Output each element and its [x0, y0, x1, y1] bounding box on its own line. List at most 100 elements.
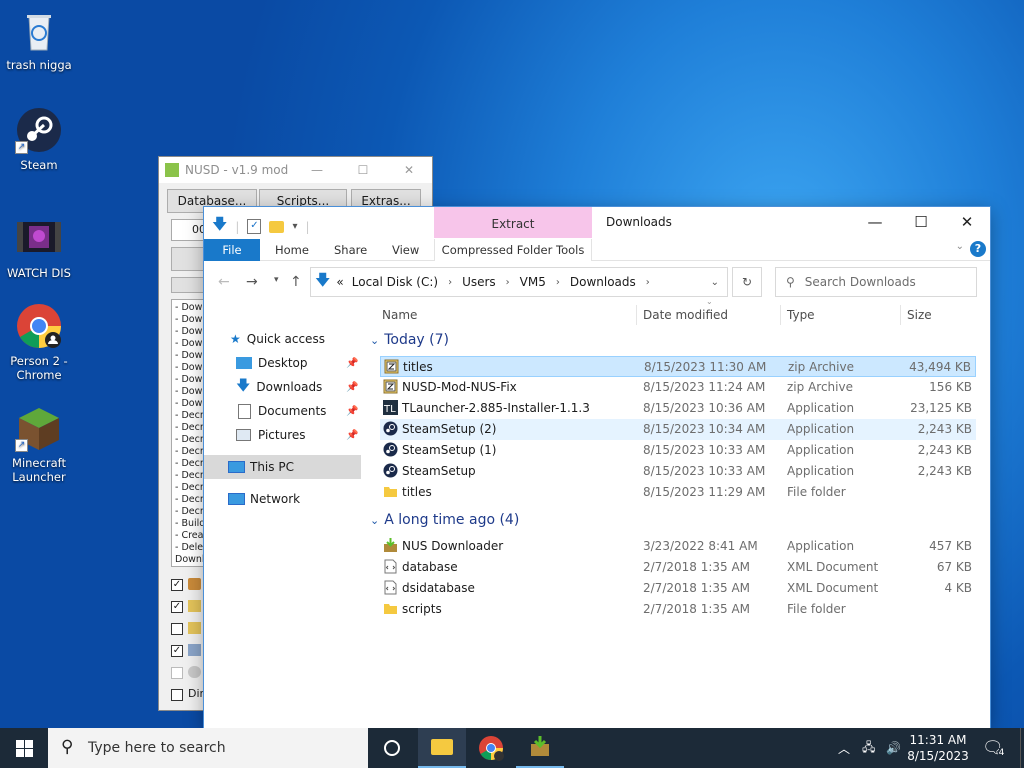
log-line: - Decry — [175, 446, 207, 457]
action-center-button[interactable]: 🗨 4 — [982, 728, 1005, 768]
maximize-button[interactable]: ☐ — [340, 163, 386, 177]
file-type: zip Archive — [787, 380, 853, 394]
checkbox[interactable] — [171, 623, 183, 635]
up-arrow-icon[interactable]: ↑ — [290, 274, 302, 290]
checkbox[interactable]: ✓ — [171, 579, 183, 591]
desktop-icon-steam[interactable]: ↗ Steam — [0, 106, 78, 172]
address-bar[interactable]: 🡇 « Local Disk (C:) › Users › VM5 › Down… — [310, 267, 728, 297]
desktop-icon-watch-dis[interactable]: WATCH DIS — [0, 214, 78, 280]
show-hidden-icons-button[interactable]: ︿ — [838, 728, 850, 768]
pin-icon[interactable]: 📌 — [346, 406, 358, 417]
clock[interactable]: 11:31 AM 8/15/2023 — [907, 728, 969, 768]
minimize-button[interactable]: — — [852, 207, 898, 237]
pin-icon[interactable]: 📌 — [346, 430, 358, 441]
help-icon[interactable]: ? — [970, 241, 986, 257]
group-header[interactable]: ⌄ A long time ago (4) — [370, 509, 519, 531]
breadcrumb-overflow[interactable]: « — [336, 275, 343, 289]
column-header-date[interactable]: Date modified — [643, 306, 728, 330]
desktop-icon-chrome[interactable]: Person 2 - Chrome — [0, 302, 78, 382]
file-name: SteamSetup (1) — [402, 443, 497, 457]
recent-locations-icon[interactable]: ▾ — [274, 275, 279, 285]
close-button[interactable]: ✕ — [386, 163, 432, 177]
desktop-icon — [236, 357, 252, 369]
breadcrumb-item[interactable]: VM5 — [520, 275, 546, 289]
group-header[interactable]: ⌄ Today (7) — [370, 329, 449, 351]
pin-icon[interactable]: 📌 — [346, 358, 358, 369]
file-date: 8/15/2023 10:36 AM — [643, 401, 766, 415]
tab-home[interactable]: Home — [275, 239, 309, 261]
column-header-name[interactable]: Name — [382, 306, 417, 330]
nav-network[interactable]: Network — [228, 487, 300, 511]
file-explorer-window[interactable]: 🡇 | ✓ ▾ | Extract Downloads — ☐ ✕ File H… — [204, 207, 990, 728]
file-row[interactable]: scripts 2/7/2018 1:35 AM File folder — [380, 599, 976, 620]
chevron-right-icon[interactable]: › — [448, 277, 452, 288]
file-type: Application — [787, 539, 855, 553]
nusd-button[interactable] — [171, 247, 207, 271]
minimize-button[interactable]: — — [294, 163, 340, 177]
gear-icon — [188, 666, 201, 678]
file-size: 23,125 KB — [910, 401, 972, 415]
chevron-right-icon[interactable]: › — [506, 277, 510, 288]
log-line: - Creat — [175, 530, 207, 541]
file-row[interactable]: titles 8/15/2023 11:29 AM File folder — [380, 482, 976, 503]
new-folder-icon[interactable] — [269, 220, 285, 233]
properties-icon[interactable]: ✓ — [247, 219, 262, 234]
search-input[interactable]: ⚲ Search Downloads — [775, 267, 977, 297]
log-line: - Down — [175, 374, 207, 385]
chevron-right-icon[interactable]: › — [646, 277, 650, 288]
file-row[interactable]: SteamSetup (2) 8/15/2023 10:34 AM Applicat… — [380, 419, 976, 440]
taskbar-search-box[interactable]: ⚲ Type here to search — [48, 728, 368, 768]
show-desktop-button[interactable] — [1020, 728, 1024, 768]
file-date: 3/23/2022 8:41 AM — [643, 539, 758, 553]
start-button[interactable] — [0, 728, 48, 768]
breadcrumb-item[interactable]: Downloads — [570, 275, 636, 289]
expand-ribbon-icon[interactable]: ⌄ — [956, 241, 964, 252]
pin-icon[interactable]: 📌 — [346, 382, 358, 393]
column-header-size[interactable]: Size — [907, 306, 932, 330]
desktop-icon-minecraft[interactable]: ↗ Minecraft Launcher — [0, 404, 78, 484]
volume-icon[interactable]: 🔊 — [886, 728, 901, 768]
file-row[interactable]: SteamSetup 8/15/2023 10:33 AM Application 2… — [380, 461, 976, 482]
file-row[interactable]: NUS Downloader 3/23/2022 8:41 AM Applicati… — [380, 536, 976, 557]
network-status-icon[interactable]: 🖧 — [862, 728, 875, 768]
breadcrumb-item[interactable]: Local Disk (C:) — [352, 275, 438, 289]
tab-file[interactable]: File — [204, 239, 260, 261]
checkbox[interactable] — [171, 689, 183, 701]
tab-share[interactable]: Share — [334, 239, 367, 261]
forward-arrow-icon[interactable]: → — [246, 274, 258, 290]
close-button[interactable]: ✕ — [944, 207, 990, 237]
chevron-down-icon[interactable]: ⌄ — [711, 277, 719, 288]
task-view-button[interactable] — [368, 728, 416, 768]
refresh-button[interactable]: ↻ — [732, 267, 762, 297]
file-name: titles — [403, 360, 433, 374]
file-row[interactable]: database 2/7/2018 1:35 AM XML Document 67 K… — [380, 557, 976, 578]
file-row[interactable]: TL TLauncher-2.885-Installer-1.1.3 8/15/20… — [380, 398, 976, 419]
tab-view[interactable]: View — [392, 239, 419, 261]
chevron-up-icon: ︿ — [838, 741, 851, 756]
tab-compressed-folder-tools[interactable]: Compressed Folder Tools — [434, 239, 592, 261]
extract-context-tab[interactable]: Extract — [434, 207, 592, 238]
checkbox[interactable]: ✓ — [171, 645, 183, 657]
file-row[interactable]: SteamSetup (1) 8/15/2023 10:33 AM Applicat… — [380, 440, 976, 461]
checkbox[interactable]: ✓ — [171, 601, 183, 613]
customize-toolbar-icon[interactable]: ▾ — [292, 221, 297, 232]
file-row[interactable]: NUSD-Mod-NUS-Fix 8/15/2023 11:24 AM zip Ar… — [380, 377, 976, 398]
nav-quick-access[interactable]: ★ Quick access — [230, 327, 325, 351]
file-row[interactable]: titles 8/15/2023 11:30 AM zip Archive 43,49… — [380, 356, 976, 377]
file-row[interactable]: dsidatabase 2/7/2018 1:35 AM XML Document 4… — [380, 578, 976, 599]
explorer-title-bar[interactable]: 🡇 | ✓ ▾ | Extract Downloads — ☐ ✕ — [204, 207, 990, 239]
chevron-right-icon[interactable]: › — [556, 277, 560, 288]
desktop-icon-recycle-bin[interactable]: trash nigga — [0, 6, 78, 72]
file-size: 2,243 KB — [917, 443, 972, 457]
nav-this-pc[interactable]: This PC — [204, 455, 361, 479]
back-arrow-icon[interactable]: ← — [218, 274, 230, 290]
checkbox[interactable] — [171, 667, 183, 679]
taskbar-chrome[interactable] — [467, 728, 515, 768]
nusd-title-bar[interactable]: NUSD - v1.9 mod — ☐ ✕ — [159, 157, 432, 183]
taskbar-file-explorer[interactable] — [418, 728, 466, 768]
maximize-button[interactable]: ☐ — [898, 207, 944, 237]
taskbar-nus-downloader[interactable] — [516, 728, 564, 768]
column-header-type[interactable]: Type — [787, 306, 815, 330]
breadcrumb-item[interactable]: Users — [462, 275, 496, 289]
log-textbox[interactable]: - Down - Down - Down - Down - Down - Down - Do… — [171, 299, 207, 567]
